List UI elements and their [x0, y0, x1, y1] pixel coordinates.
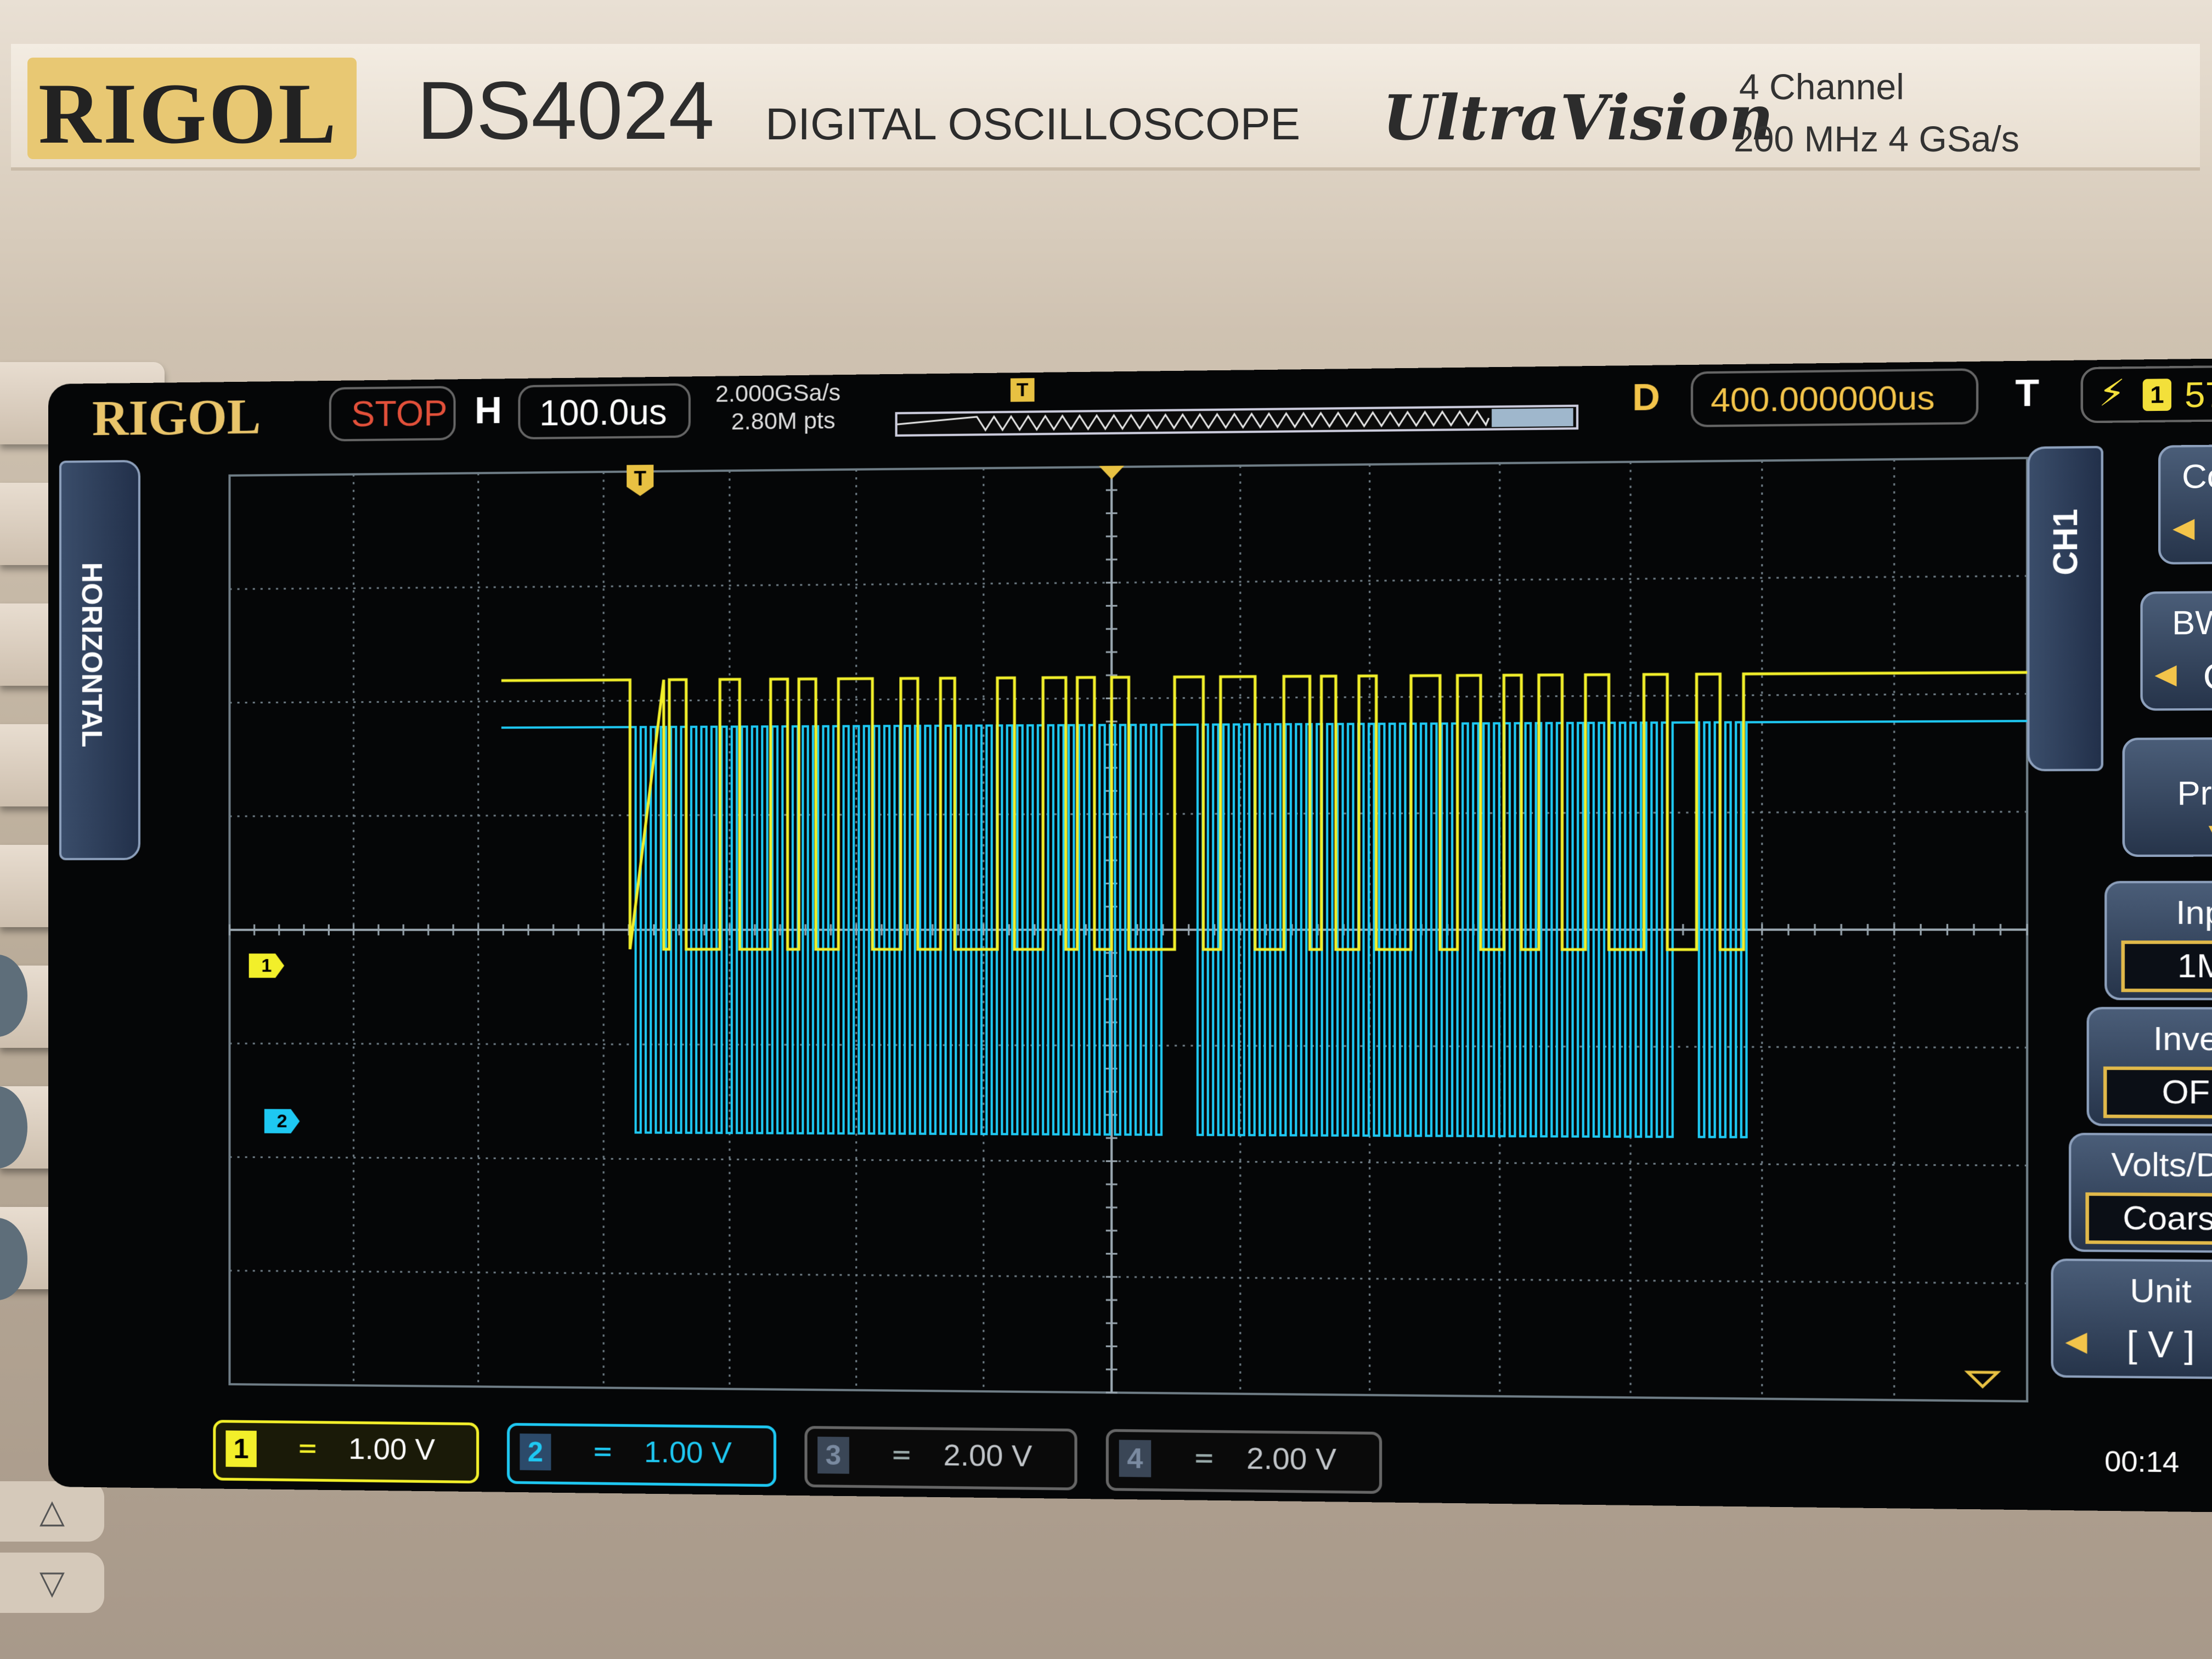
channel-number: 1: [225, 1430, 257, 1468]
coupling-icon: =: [1194, 1439, 1214, 1475]
triangle-up-icon: △: [39, 1493, 65, 1530]
device-description: DIGITAL OSCILLOSCOPE: [765, 99, 1301, 149]
channel-menu-tab[interactable]: CH1: [2027, 445, 2103, 771]
scope-display: RIGOL STOP H 100.0us 2.000GSa/s 2.80M pt…: [48, 357, 2212, 1514]
menu-softkey-invert[interactable]: Invert OFF: [2086, 1007, 2212, 1127]
clock: 00:14: [2104, 1445, 2180, 1479]
channel-number: 4: [1119, 1440, 1152, 1477]
softkey-value-box: Coarse: [2085, 1192, 2212, 1245]
softkey-value: OFF: [2203, 655, 2212, 698]
channel-scale-value: 1.00 V: [348, 1432, 436, 1466]
channel-4-scale[interactable]: 4 = 2.00 V: [1105, 1429, 1383, 1494]
coupling-icon: =: [298, 1430, 317, 1465]
softkey-title: Coupling: [2182, 456, 2212, 496]
menu-softkey-input[interactable]: Input 1MΩ: [2104, 881, 2212, 1001]
triangle-down-icon: ▽: [39, 1564, 65, 1601]
model-number: DS4024: [417, 64, 715, 156]
brand-name: RIGOL: [38, 66, 338, 162]
channel-number: 3: [817, 1436, 849, 1474]
softkey-title: BW Limit: [2172, 603, 2212, 642]
channel-2-scale[interactable]: 2 = 1.00 V: [507, 1423, 777, 1487]
center-time-marker: [1099, 465, 1125, 479]
softkey-title: Unit: [2130, 1272, 2192, 1310]
channel-1-scale[interactable]: 1 = 1.00 V: [213, 1420, 479, 1484]
series-logo: UltraVision: [1383, 82, 1774, 154]
channel-3-scale[interactable]: 3 = 2.00 V: [804, 1426, 1077, 1491]
softkey-value: DC: [2160, 508, 2212, 552]
menu-softkey-probe[interactable]: Probe ▼: [2122, 737, 2212, 857]
channel-scale-value: 2.00 V: [943, 1438, 1032, 1474]
softkey-title: Invert: [2153, 1020, 2212, 1058]
coupling-icon: =: [593, 1433, 612, 1469]
down-arrow-button[interactable]: ▽: [0, 1553, 104, 1613]
channel-count-label: 4 Channel: [1739, 66, 1904, 107]
softkey-value-box: 1MΩ: [2121, 940, 2212, 992]
spec-label: 200 MHz 4 GSa/s: [1734, 119, 2019, 159]
softkey-value: [ V ]: [2126, 1323, 2195, 1366]
channel-number: 2: [520, 1434, 551, 1471]
softkey-title: Input: [2176, 894, 2212, 932]
menu-softkey-bw-limit[interactable]: BW Limit◀OFF: [2140, 590, 2212, 711]
menu-softkey-volts-div[interactable]: Volts/Div Coarse: [2068, 1132, 2212, 1254]
coupling-icon: =: [892, 1436, 911, 1472]
menu-softkey-unit[interactable]: Unit ◀[ V ]: [2051, 1259, 2212, 1380]
trigger-level-marker: [1968, 1372, 1997, 1387]
channel-scale-value: 2.00 V: [1246, 1441, 1337, 1477]
grid-hline: [229, 576, 2027, 589]
chevron-down-icon: ▼: [2208, 820, 2212, 847]
menu-channel-label: CH1: [2046, 509, 2085, 575]
grid-hline: [229, 1157, 2027, 1165]
grid-hline: [229, 1043, 2027, 1047]
softkey-title: Volts/Div: [2111, 1146, 2212, 1184]
brand-logo: RIGOL: [27, 58, 357, 162]
softkey-title: Probe: [2177, 774, 2212, 812]
waveform-grid: [48, 358, 2212, 1514]
softkey-value-box: OFF: [2103, 1066, 2212, 1119]
menu-softkey-coupling[interactable]: Coupling◀DC: [2158, 443, 2212, 565]
channel-scale-value: 1.00 V: [644, 1435, 732, 1470]
grid-hline: [229, 1271, 2027, 1283]
up-arrow-button[interactable]: △: [0, 1481, 104, 1542]
